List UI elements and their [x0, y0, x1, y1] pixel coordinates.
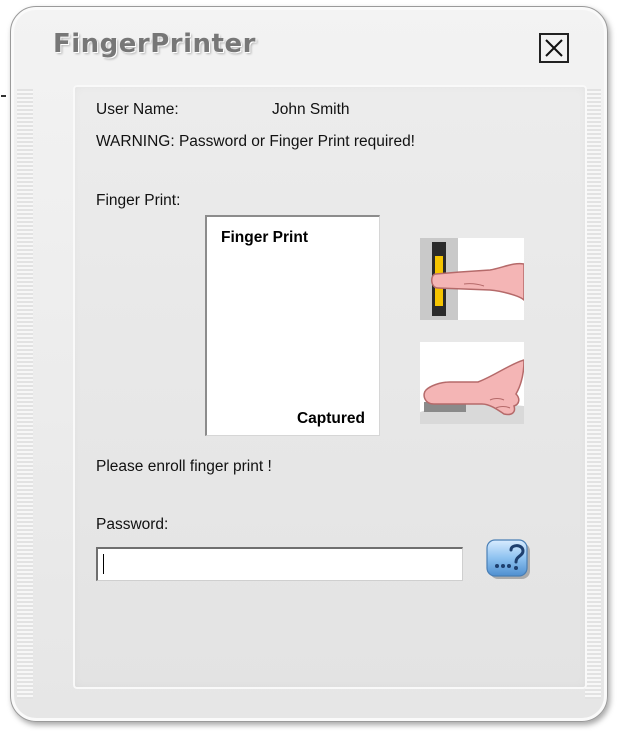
fingerprint-status: Captured [296, 410, 365, 427]
close-button[interactable] [539, 33, 569, 63]
window-edge-right [585, 89, 601, 699]
user-name-label: User Name: [96, 101, 179, 118]
close-icon [545, 39, 563, 57]
window-edge-left [17, 89, 33, 699]
password-label: Password: [96, 516, 169, 533]
user-name-value: John Smith [272, 101, 350, 118]
fingerprint-section-label: Finger Print: [96, 192, 181, 209]
warning-text: WARNING: Password or Finger Print requir… [96, 133, 415, 150]
fingerprint-display: Finger Print Captured [205, 215, 380, 436]
edge-mark [1, 95, 6, 97]
finger-on-scanner-icon [420, 238, 525, 320]
enroll-message: Please enroll finger print ! [96, 458, 272, 475]
password-field[interactable] [96, 547, 463, 581]
text-cursor [103, 554, 104, 574]
finger-swipe-icon [420, 342, 525, 424]
fingerprint-box-title: Finger Print [221, 229, 308, 246]
password-help-button[interactable] [485, 538, 533, 582]
password-help-icon [486, 539, 530, 579]
finger-swipe-button[interactable] [420, 342, 525, 429]
window-title: FingerPrinter [53, 29, 256, 59]
finger-on-scanner-button[interactable] [420, 238, 525, 325]
